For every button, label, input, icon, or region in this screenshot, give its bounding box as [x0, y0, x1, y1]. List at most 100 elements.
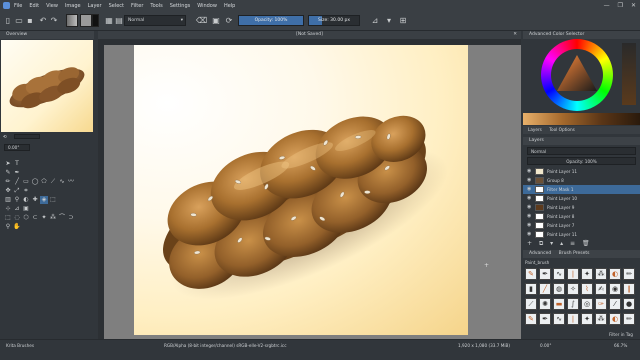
gradient-tool-icon[interactable]: ▥ — [4, 196, 12, 204]
brush-preset[interactable]: ✒ — [539, 313, 551, 325]
brush-preset[interactable]: ✍ — [595, 283, 607, 295]
menu-layer[interactable]: Layer — [88, 3, 102, 9]
measure-tool-icon[interactable]: ⊿ — [13, 205, 21, 213]
menu-select[interactable]: Select — [109, 3, 124, 9]
brush-preset[interactable]: ◐ — [609, 313, 621, 325]
layer-row[interactable]: ◉ Paint Layer 9 — [523, 203, 640, 212]
status-zoom[interactable]: 66.7% — [614, 343, 627, 348]
shape-select-icon[interactable]: ➤ — [4, 160, 12, 168]
brush-preset[interactable]: ◎ — [581, 298, 593, 310]
polygon-tool-icon[interactable]: ⬠ — [40, 178, 48, 186]
bezier-select-icon[interactable]: ⌒ — [58, 214, 66, 222]
color-shade-strip[interactable] — [523, 113, 640, 125]
tab-layers[interactable]: Layers — [528, 127, 542, 132]
close-icon[interactable]: ✕ — [631, 2, 636, 9]
brush-preset[interactable]: ∿ — [553, 313, 565, 325]
save-icon[interactable]: ▪ — [25, 15, 35, 26]
brush-preset[interactable]: ◍ — [553, 283, 565, 295]
reload-preset-icon[interactable]: ⟳ — [224, 15, 234, 26]
bezier-tool-icon[interactable]: ∿ — [58, 178, 66, 186]
brush-preset[interactable]: ✦ — [581, 268, 593, 280]
brush-tag-select[interactable]: Paint_brush — [525, 259, 637, 267]
brush-preset[interactable]: ● — [623, 298, 635, 310]
brush-preset[interactable]: ▮ — [525, 283, 537, 295]
brush-preset[interactable]: ⟋ — [525, 298, 537, 310]
brush-preset[interactable]: ⁂ — [595, 313, 607, 325]
foreground-color-swatch[interactable] — [92, 14, 99, 27]
color-picker-icon[interactable]: ⚲ — [13, 196, 21, 204]
pan-tool-icon[interactable]: ✋ — [13, 223, 21, 231]
delete-layer-icon[interactable]: 🗑 — [582, 240, 590, 247]
eye-icon[interactable]: ◉ — [527, 230, 531, 239]
tab-brush-presets[interactable]: Brush Presets — [559, 251, 590, 256]
menu-settings[interactable]: Settings — [170, 3, 191, 9]
crop-tool-icon[interactable]: ⌗ — [22, 187, 30, 195]
saturation-value-triangle[interactable] — [555, 53, 599, 97]
eye-icon[interactable]: ◉ — [527, 176, 531, 185]
menu-view[interactable]: View — [46, 3, 58, 9]
toolbox-slider[interactable] — [14, 134, 41, 139]
reference-tool-icon[interactable]: ▣ — [22, 205, 30, 213]
pattern-swatch[interactable] — [80, 14, 92, 27]
brush-preset[interactable]: ◐ — [609, 268, 621, 280]
menu-file[interactable]: File — [14, 3, 22, 9]
canvas-close-icon[interactable]: ✕ — [513, 31, 517, 39]
wrap-around-icon[interactable]: ⊞ — [398, 15, 408, 26]
enclose-fill-icon[interactable]: ⬚ — [49, 196, 57, 204]
color-history[interactable] — [622, 43, 636, 105]
layer-properties-icon[interactable]: ≡ — [570, 240, 575, 247]
brush-editor-icon[interactable]: ▦ — [104, 15, 114, 26]
brush-preset[interactable]: ✧ — [567, 283, 579, 295]
polygon-select-icon[interactable]: ⬡ — [22, 214, 30, 222]
blend-mode-select[interactable]: Normal ▾ — [124, 15, 186, 26]
brush-preset[interactable]: ✦ — [581, 313, 593, 325]
text-tool-icon[interactable]: T — [13, 160, 21, 168]
canvas-tab[interactable]: [Not Saved] ✕ — [98, 31, 521, 39]
canvas-document[interactable] — [134, 45, 468, 335]
tab-tool-options[interactable]: Tool Options — [549, 127, 575, 132]
assistant-tool-icon[interactable]: ⊹ — [4, 205, 12, 213]
freehand-brush-icon[interactable]: ✏ — [4, 178, 12, 186]
rect-select-icon[interactable]: ⬚ — [4, 214, 12, 222]
rotation-field[interactable]: 0.00° — [4, 144, 30, 151]
brush-preset[interactable]: ✏ — [623, 313, 635, 325]
preserve-alpha-icon[interactable]: ▣ — [211, 15, 221, 26]
eye-icon[interactable]: ◉ — [527, 194, 531, 203]
minimize-icon[interactable]: — — [604, 2, 610, 9]
duplicate-layer-icon[interactable]: ⧉ — [539, 240, 543, 247]
ellipse-select-icon[interactable]: ◌ — [13, 214, 21, 222]
move-tool-icon[interactable]: ✥ — [4, 187, 12, 195]
smart-patch-icon[interactable]: ✚ — [31, 196, 39, 204]
redo-icon[interactable]: ↷ — [49, 15, 59, 26]
brush-preset[interactable]: ╱ — [539, 283, 551, 295]
layer-row[interactable]: ◉ Paint Layer 11 — [523, 230, 640, 239]
eye-icon[interactable]: ◉ — [527, 185, 531, 194]
brush-preset[interactable]: ∿ — [553, 268, 565, 280]
brush-preset[interactable]: ∫ — [567, 298, 579, 310]
opacity-slider[interactable]: Opacity: 100% — [238, 15, 304, 26]
brush-preset[interactable]: ✎ — [525, 268, 537, 280]
eye-icon[interactable]: ◉ — [527, 212, 531, 221]
magnetic-select-icon[interactable]: ⊃ — [67, 214, 75, 222]
brush-preset[interactable]: ⁄ — [609, 298, 621, 310]
mirror-horizontal-icon[interactable]: ⊿ — [370, 15, 380, 26]
brush-preset[interactable]: ✎ — [525, 313, 537, 325]
mirror-vertical-icon[interactable]: ▾ — [384, 15, 394, 26]
gradient-swatch[interactable] — [66, 14, 78, 27]
new-document-icon[interactable]: ▯ — [3, 15, 13, 26]
layer-row[interactable]: ◉ Group 8 — [523, 176, 640, 185]
brush-preset[interactable]: ✑ — [595, 298, 607, 310]
layer-blend-select[interactable]: Normal — [527, 147, 636, 155]
rectangle-tool-icon[interactable]: ▭ — [22, 178, 30, 186]
size-slider[interactable]: Size: 30.00 px — [308, 15, 360, 26]
fill-tool-icon[interactable]: ◈ — [40, 196, 48, 204]
layer-row[interactable]: ◉ Filter Mask 1 — [523, 185, 640, 194]
layer-row[interactable]: ◉ Paint Layer 10 — [523, 194, 640, 203]
transform-tool-icon[interactable]: ⤢ — [13, 187, 21, 195]
eye-icon[interactable]: ◉ — [527, 203, 531, 212]
brush-preset[interactable]: ▬ — [553, 298, 565, 310]
brush-preset[interactable]: ✒ — [539, 268, 551, 280]
zoom-tool-icon[interactable]: ⚲ — [4, 223, 12, 231]
tab-advanced[interactable]: Advanced — [529, 251, 551, 256]
menu-help[interactable]: Help — [224, 3, 235, 9]
